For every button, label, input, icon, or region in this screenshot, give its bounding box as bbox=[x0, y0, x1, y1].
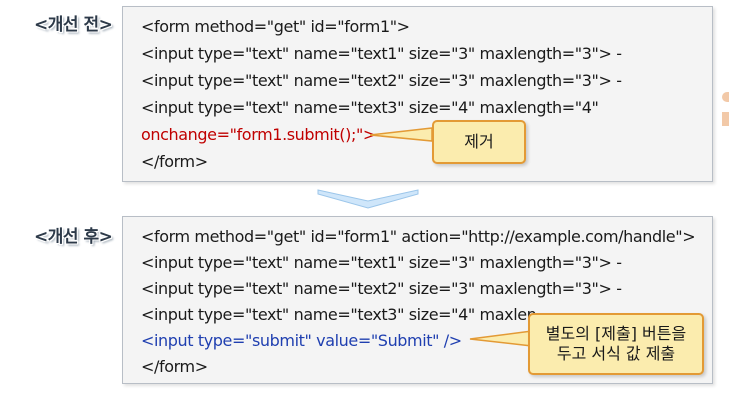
edge-mark-bottom bbox=[722, 112, 729, 126]
before-code-line-3: <input type="text" name="text2" size="3"… bbox=[141, 71, 622, 90]
submit-callout-line-1: 별도의 [제출] 버튼을 bbox=[545, 324, 687, 343]
before-code-line-6: </form> bbox=[141, 152, 208, 171]
after-code-line-4: <input type="text" name="text3" size="4"… bbox=[141, 305, 537, 324]
after-code-line-added: <input type="submit" value="Submit" /> bbox=[141, 331, 462, 350]
after-code-line-3: <input type="text" name="text2" size="3"… bbox=[141, 279, 622, 298]
before-code-line-removed: onchange="form1.submit();"> bbox=[141, 125, 376, 144]
before-code-line-2: <input type="text" name="text1" size="3"… bbox=[141, 44, 622, 63]
before-code-box: <form method="get" id="form1"> <input ty… bbox=[122, 6, 713, 182]
after-code-line-1: <form method="get" id="form1" action="ht… bbox=[141, 227, 696, 246]
remove-callout: 제거 bbox=[432, 120, 526, 164]
before-label: <개선 전> bbox=[34, 15, 113, 35]
before-callout-pointer bbox=[369, 127, 433, 142]
remove-callout-text: 제거 bbox=[464, 132, 494, 151]
chevron-down-icon bbox=[317, 189, 419, 209]
after-code-line-6: </form> bbox=[141, 357, 208, 376]
after-code-line-2: <input type="text" name="text1" size="3"… bbox=[141, 253, 622, 272]
edge-mark-top bbox=[722, 92, 729, 102]
before-code-line-1: <form method="get" id="form1"> bbox=[141, 17, 410, 36]
submit-callout-line-2: 두고 서식 값 제출 bbox=[556, 344, 676, 363]
before-code-line-4: <input type="text" name="text3" size="4"… bbox=[141, 98, 599, 117]
after-label: <개선 후> bbox=[34, 227, 113, 247]
submit-button-callout: 별도의 [제출] 버튼을 두고 서식 값 제출 bbox=[528, 313, 704, 375]
